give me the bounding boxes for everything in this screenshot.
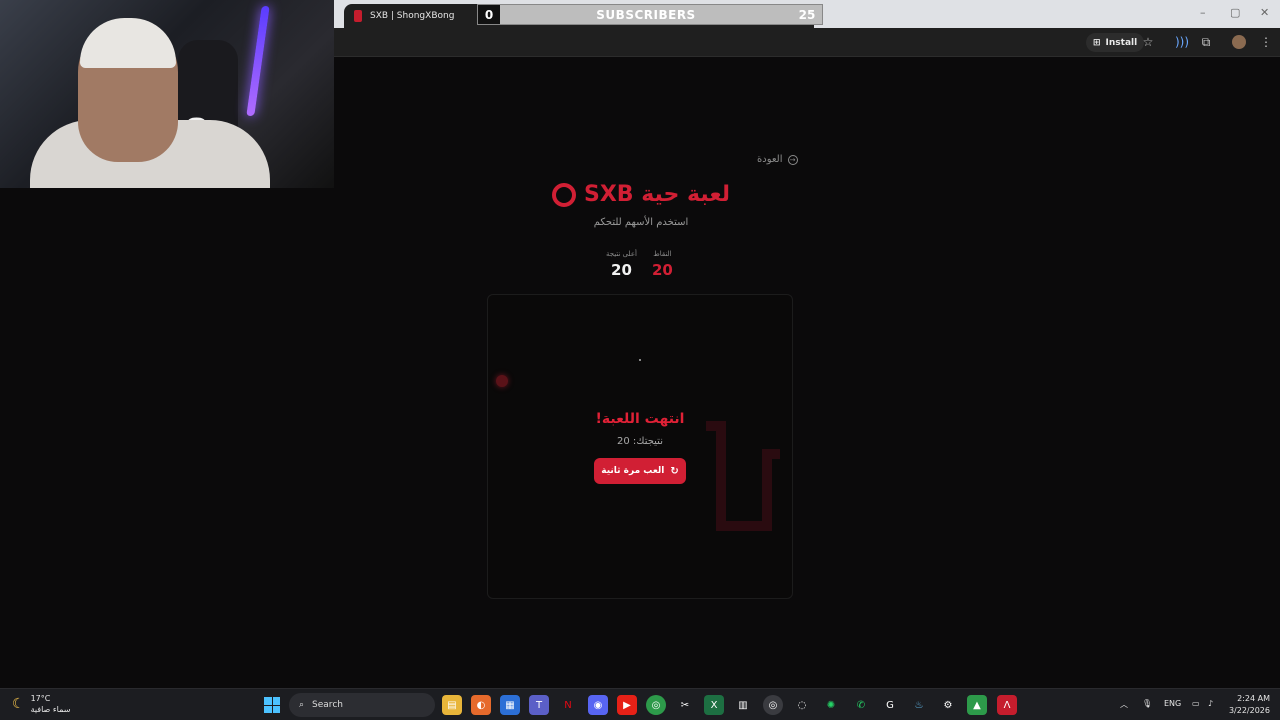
sxb-app-icon[interactable]: Λ [997,695,1017,715]
neon-light [246,6,270,116]
chrome-active-icon[interactable]: ◎ [763,695,783,715]
app-icon[interactable]: G [880,695,900,715]
network-icon[interactable]: ▭ [1192,699,1200,708]
menu-icon[interactable]: ⋮ [1258,34,1274,50]
board-dot [639,359,641,361]
app-icon[interactable]: ◌ [792,695,812,715]
whatsapp-icon[interactable]: ✆ [851,695,871,715]
streamer-cap [80,18,176,68]
minimize-icon[interactable]: – [1200,6,1206,19]
sxb-favicon-icon [354,10,362,22]
chevron-up-icon[interactable]: ︿ [1120,699,1128,710]
bookmark-star-icon[interactable]: ☆ [1140,34,1156,50]
score-value: 20 [652,261,673,279]
weather-temp: 17°C [30,694,51,703]
capcut-icon[interactable]: ✂ [675,695,695,715]
final-score: نتيجتك: 20 [616,436,663,447]
language-indicator[interactable]: ENG [1164,699,1181,708]
snake-segment [762,449,772,531]
excel-icon[interactable]: X [704,695,724,715]
screen: 8 SXB | ShongXBong – ▢ ✕ 0 SUBSCRIBERS 2… [0,0,1280,720]
best-score-value: 20 [611,261,632,279]
search-label: Search [312,700,343,710]
app-icon[interactable]: ▲ [967,695,987,715]
play-again-label: العب مرة ثانية [601,466,665,476]
back-link[interactable]: → العودة [757,154,798,165]
file-explorer-icon[interactable]: ▤ [442,695,462,715]
taskbar-search[interactable]: ⌕ Search [289,693,435,717]
subscriber-goal: 25 [798,7,816,22]
chrome-icon[interactable]: ◎ [646,695,666,715]
food-pellet [496,375,508,387]
chatgpt-icon[interactable]: ✺ [821,695,841,715]
search-icon: ⌕ [299,700,305,710]
tab-title: SXB | ShongXBong [370,11,455,21]
install-label: Install [1105,37,1138,48]
windows-start-icon[interactable] [264,697,280,713]
game-over-title: انتهت اللعبة! [595,411,685,427]
subscriber-start-count: 0 [478,5,500,24]
steam-icon[interactable]: ♨ [909,695,929,715]
clock[interactable]: 2:24 AM 3/22/2026 [1226,693,1270,717]
weather-widget[interactable]: ☾ 17°C سماء صافية [12,693,70,715]
maximize-icon[interactable]: ▢ [1230,6,1240,19]
play-again-button[interactable]: ↻ العب مرة ثانية [594,458,686,484]
discord-icon[interactable]: ◉ [588,695,608,715]
subscriber-goal-bar: 0 SUBSCRIBERS 25 [477,4,823,25]
moon-icon: ☾ [12,696,25,712]
volume-icon[interactable]: ♪ [1208,699,1213,708]
best-score-label: أعلى نتيجة [606,250,637,258]
windows-taskbar: ☾ 17°C سماء صافية ⌕ Search ▤ ◐ ▦ T N ◉ ▶… [0,688,1280,720]
app-icon[interactable]: ◐ [471,695,491,715]
settings-gear-icon[interactable]: ⚙ [938,695,958,715]
back-label: العودة [757,154,783,165]
profile-avatar[interactable] [1232,35,1246,49]
sxb-logo-icon [551,182,576,207]
back-arrow-icon: → [787,154,798,165]
page-title-text: لعبة حية SXB [583,182,731,207]
game-page: → العودة لعبة حية SXB استخدم الأسهم للتح… [334,58,1280,688]
weather-text: 17°C سماء صافية [31,693,71,715]
read-aloud-icon[interactable]: ))) [1174,34,1190,50]
page-title: لعبة حية SXB [548,182,734,207]
clock-time: 2:24 AM [1237,694,1270,703]
microphone-icon[interactable]: 🎙 [1142,699,1152,708]
close-icon[interactable]: ✕ [1260,6,1269,19]
extensions-icon[interactable]: ⧉ [1198,34,1214,50]
store-icon[interactable]: ▦ [500,695,520,715]
score-stat: النقاط 20 [652,250,673,279]
netflix-icon[interactable]: N [558,695,578,715]
teams-icon[interactable]: T [529,695,549,715]
subscriber-label: SUBSCRIBERS [596,7,696,22]
youtube-icon[interactable]: ▶ [617,695,637,715]
page-subtitle: استخدم الأسهم للتحكم [593,217,689,228]
weather-desc: سماء صافية [30,705,71,714]
browser-toolbar: ⊞ Install ☆ ))) ⧉ ⋮ [334,28,1280,57]
webcam-overlay: 8 [0,0,334,188]
snake-segment [762,449,780,459]
game-board[interactable]: انتهت اللعبة! نتيجتك: 20 ↻ العب مرة ثاني… [487,294,793,599]
replay-icon: ↻ [670,465,679,477]
best-score-stat: أعلى نتيجة 20 [606,250,637,279]
calculator-icon[interactable]: ▥ [733,695,753,715]
score-label: النقاط [653,250,672,258]
clock-date: 3/22/2026 [1228,706,1270,715]
install-button[interactable]: ⊞ Install [1086,33,1145,52]
install-icon: ⊞ [1093,37,1101,48]
